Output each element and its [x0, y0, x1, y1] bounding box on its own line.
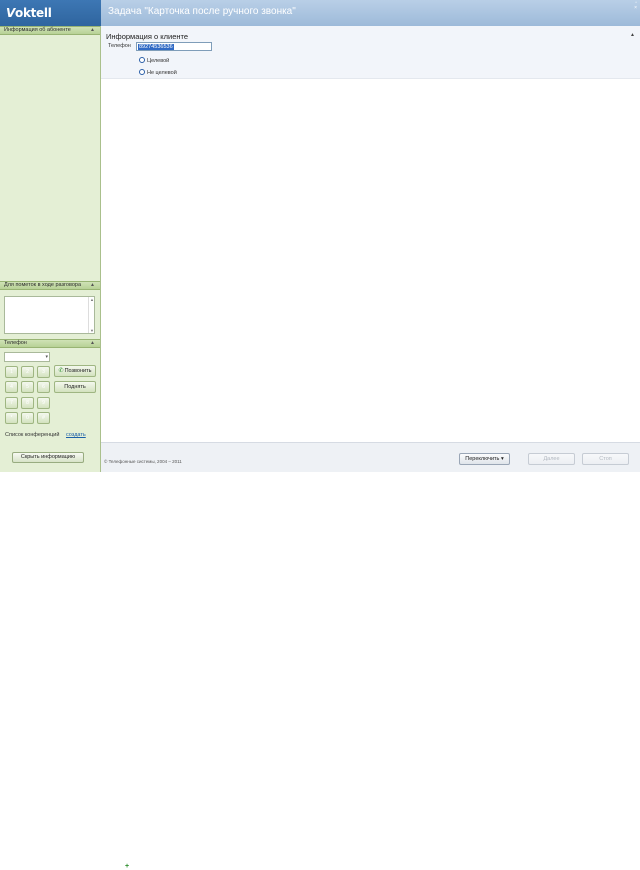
conference-create-label: создать — [66, 432, 86, 438]
plus-icon: + — [125, 863, 130, 870]
notes-scrollbar[interactable]: ▲ ▼ — [88, 297, 94, 333]
close-icon[interactable]: × — [634, 6, 637, 11]
subscriber-info-title: Информация об абоненте — [4, 27, 71, 33]
phone-header[interactable]: Телефон ▲ — [0, 339, 100, 348]
key-9[interactable]: 9 — [37, 397, 50, 409]
sidebar: Voktell Информация об абоненте ▲ Для пом… — [0, 0, 129, 870]
logo-text: oktell — [15, 6, 52, 20]
footer-bar: © Телефонные системы, 2004 – 2011 Перекл… — [101, 442, 640, 472]
collapse-chevron-icon[interactable]: ▲ — [90, 27, 95, 34]
radio-not-target[interactable]: Не целевой — [139, 69, 177, 77]
conference-create-link[interactable]: + создать — [66, 432, 129, 870]
scroll-down-icon[interactable]: ▼ — [90, 328, 94, 333]
client-info-section: Информация о клиенте ▲ Телефон 892745365… — [101, 26, 640, 79]
key-0[interactable]: 0 — [21, 412, 34, 424]
radio-not-target-label: Не целевой — [147, 70, 177, 76]
key-8[interactable]: 8 — [21, 397, 34, 409]
notes-title: Для пометок в ходе разговора — [4, 282, 82, 288]
key-7[interactable]: 7 — [5, 397, 18, 409]
hide-info-button[interactable]: Скрыть информацию — [12, 452, 84, 463]
key-1[interactable]: 1 — [5, 366, 18, 378]
scroll-up-icon[interactable]: ▲ — [90, 297, 94, 302]
task-title: Задача "Карточка после ручного звонка" — [108, 6, 296, 17]
stop-button[interactable]: Стоп — [582, 453, 629, 465]
window-controls: ▫ × — [634, 1, 637, 11]
logo-bar: Voktell — [0, 0, 101, 26]
client-info-title: Информация о клиенте — [106, 32, 189, 41]
chevron-down-icon[interactable]: ▾ — [45, 354, 48, 361]
phone-section-title: Телефон — [4, 340, 27, 346]
subscriber-info-header[interactable]: Информация об абоненте ▲ — [0, 26, 100, 35]
next-button[interactable]: Далее — [528, 453, 575, 465]
notes-textarea[interactable]: ▲ ▼ — [4, 296, 95, 334]
collapse-chevron-icon[interactable]: ▲ — [90, 340, 95, 347]
radio-target[interactable]: Целевой — [139, 57, 169, 65]
radio-button-icon[interactable] — [139, 69, 145, 75]
key-hash[interactable]: # — [37, 412, 50, 424]
key-4[interactable]: 4 — [5, 381, 18, 393]
collapse-chevron-icon[interactable]: ▲ — [90, 282, 95, 289]
logo-mark-icon: V — [6, 6, 15, 20]
phone-input[interactable]: 89274536536 — [136, 42, 212, 51]
task-title-bar: Задача "Карточка после ручного звонка" ▫… — [101, 0, 640, 26]
key-5[interactable]: 5 — [21, 381, 34, 393]
call-button[interactable]: ✆Позвонить — [54, 365, 96, 377]
conference-list-label: Список конференций — [5, 432, 60, 438]
phone-icon: ✆ — [58, 368, 64, 374]
radio-target-label: Целевой — [147, 58, 170, 64]
phone-input-value: 89274536536 — [138, 44, 174, 50]
phone-label: Телефон — [108, 43, 131, 49]
key-2[interactable]: 2 — [21, 366, 34, 378]
oktell-logo: Voktell — [6, 7, 52, 19]
phone-number-combo[interactable]: ▾ — [4, 352, 50, 362]
pickup-button[interactable]: Поднять — [54, 381, 96, 393]
switch-button[interactable]: Переключить ▾ — [459, 453, 510, 465]
key-star[interactable]: * — [5, 412, 18, 424]
notes-header[interactable]: Для пометок в ходе разговора ▲ — [0, 281, 100, 290]
key-6[interactable]: 6 — [37, 381, 50, 393]
radio-button-icon[interactable] — [139, 57, 145, 63]
task-panel: Информация о клиенте ▲ Телефон 892745365… — [101, 26, 640, 442]
copyright-text: © Телефонные системы, 2004 – 2011 — [104, 459, 182, 464]
collapse-chevron-icon[interactable]: ▲ — [630, 32, 635, 38]
call-button-label: Позвонить — [64, 368, 92, 374]
key-3[interactable]: 3 — [37, 366, 50, 378]
